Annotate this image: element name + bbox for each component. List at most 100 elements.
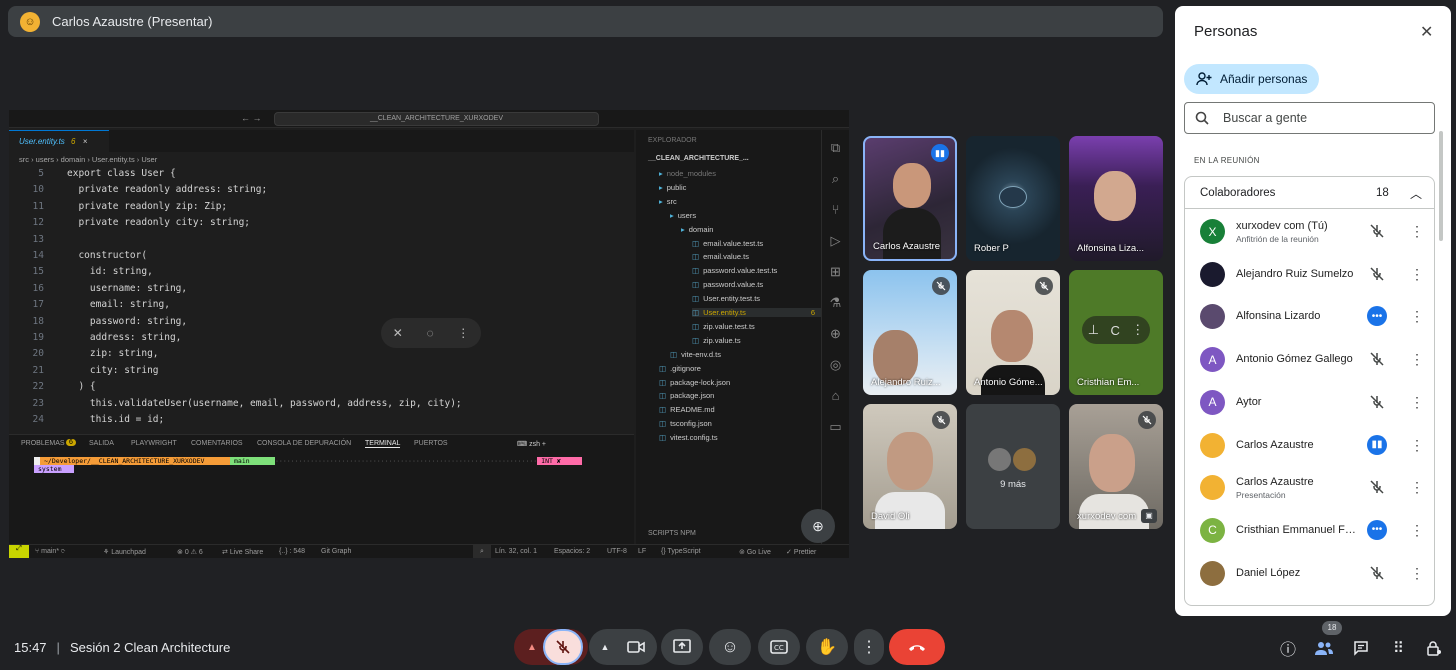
explorer-item[interactable]: ◫ password.value.ts [692,280,763,289]
cursor-position[interactable]: Lín. 32, col. 1 [495,548,537,555]
golive-status[interactable]: ⊚ Go Live [739,548,771,556]
panel-tab[interactable]: PROBLEMAS [21,440,65,447]
explorer-item[interactable]: ▸ public [659,183,686,192]
more-vert-icon[interactable]: ⋮ [1410,393,1424,411]
launchpad-status[interactable]: ⚘ Launchpad [103,548,146,556]
terminal-prompt[interactable]: ~/Developer/__CLEAN_ARCHITECTURE_XURXODE… [34,457,609,473]
chevron-up-icon[interactable]: ▲ [527,642,537,653]
tile-more-participants[interactable]: 9 más [966,404,1060,529]
participant-row[interactable]: A Aytor ⋮ [1185,381,1434,423]
explorer-item[interactable]: ◫ .gitignore [659,364,701,373]
reactions-button[interactable]: ☺ [709,629,751,665]
tile-carlos[interactable]: ▮▮ Carlos Azaustre [863,136,957,261]
captions-button[interactable]: CC [758,629,800,665]
tile-hover-controls[interactable]: ⊥ C ⋮ [1082,316,1150,344]
close-tab-icon[interactable]: × [83,137,88,146]
people-button[interactable]: 18 [1310,621,1342,662]
explorer-item[interactable]: ◫ zip.value.test.ts [692,322,755,331]
participant-row[interactable]: Daniel López ⋮ [1185,552,1434,594]
mic-toggle-button[interactable] [543,629,583,665]
collaborators-header[interactable]: Colaboradores 18 ︿ [1185,177,1434,209]
pin-icon[interactable]: ⊥ [1088,322,1099,338]
more-icon[interactable]: ⋮ [1131,322,1144,338]
chevron-up-icon[interactable]: ︿ [1410,185,1422,202]
explorer-item[interactable]: ◫ User.entity.test.ts [692,294,760,303]
tile-rober[interactable]: Rober P [966,136,1060,261]
command-center[interactable]: __CLEAN_ARCHITECTURE_XURXODEV [274,112,599,126]
more-vert-icon[interactable]: ⋮ [1410,521,1424,539]
mic-off-icon[interactable] [1368,265,1386,283]
mic-off-icon[interactable] [1368,393,1386,411]
meeting-details-button[interactable]: ⓘ [1274,634,1302,662]
panel-tab[interactable]: CONSOLA DE DEPURACIÓN [257,440,351,447]
language-status[interactable]: {} TypeScript [661,548,701,555]
code-editor[interactable]: 5 export class User {10 private readonly … [9,168,634,433]
explorer-item[interactable]: ▸ src [659,197,677,206]
explorer-item[interactable]: ◫ package-lock.json [659,378,730,387]
tile-alfonsina[interactable]: Alfonsina Liza... [1069,136,1163,261]
leave-call-button[interactable] [889,629,945,665]
picture-in-picture-icon[interactable]: ▣ [1141,509,1157,523]
participant-row[interactable]: A Antonio Gómez Gallego ⋮ [1185,338,1434,380]
explorer-item[interactable]: ◫ tsconfig.json [659,419,712,428]
explorer-item[interactable]: ◫ User.entity.ts 6 [692,308,821,317]
participant-row[interactable]: Alfonsina Lizardo ••• ⋮ [1185,295,1434,337]
participant-row[interactable]: Alejandro Ruiz Sumelzo ⋮ [1185,253,1434,295]
more-vert-icon[interactable]: ⋮ [1410,307,1424,325]
tile-david[interactable]: David Oli [863,404,957,529]
explorer-item[interactable]: ◫ email.value.ts [692,252,749,261]
present-button[interactable] [661,629,703,665]
more-vert-icon[interactable]: ⋮ [1410,436,1424,454]
participant-row[interactable]: Carlos Azaustre Presentación ⋮ [1185,466,1434,508]
more-icon[interactable]: ⋮ [457,326,469,340]
explorer-item[interactable]: ◫ password.value.test.ts [692,266,777,275]
tile-alejandro[interactable]: Alejandro Ruiz... [863,270,957,395]
chat-button[interactable] [1347,634,1375,662]
close-icon[interactable]: ✕ [1420,22,1433,42]
add-people-button[interactable]: Añadir personas [1184,64,1319,94]
scrollbar[interactable] [1439,131,1443,241]
tile-cristhian[interactable]: ⊥ C ⋮ Cristhian Em... [1069,270,1163,395]
participant-row[interactable]: Xxurxodev com (Tú) Anfitrión de la reunió… [1185,210,1434,252]
pin-off-icon[interactable]: ✕ [393,326,403,340]
chevron-up-icon[interactable]: ▲ [601,642,610,652]
panel-tab[interactable]: PUERTOS [414,440,448,447]
mic-off-icon[interactable] [1368,564,1386,582]
raise-hand-button[interactable]: ✋ [806,629,848,665]
prettier-status[interactable]: ✓ Prettier [786,548,816,556]
explorer-item[interactable]: ◫ vite-env.d.ts [670,350,721,359]
explorer-item[interactable]: ▸ node_modules [659,169,716,178]
explorer-item[interactable]: ▸ domain [681,225,713,234]
activity-icons[interactable]: ⧉ ⌕ ⑂ ▷ ⊞ ⚗ ⊕ ◎ ⌂ ▭ [822,132,849,442]
mute-icon[interactable]: ◌ [426,326,433,340]
more-vert-icon[interactable]: ⋮ [1410,478,1424,496]
eol-status[interactable]: LF [638,548,646,555]
host-controls-button[interactable] [1420,634,1448,662]
more-vert-icon[interactable]: ⋮ [1410,265,1424,283]
branch-status[interactable]: ⑂ main* ⟳ [35,548,65,555]
gitgraph-status[interactable]: Git Graph [321,548,351,555]
camera-options-button[interactable]: ▲ [589,629,657,665]
explorer-item[interactable]: ◫ vitest.config.ts [659,433,718,442]
explorer-item[interactable]: ◫ zip.value.ts [692,336,741,345]
indent-status[interactable]: Espacios: 2 [554,548,590,555]
panel-tab[interactable]: SALIDA [89,440,114,447]
mic-off-icon[interactable] [1368,222,1386,240]
participant-row[interactable]: C Cristhian Emmanuel Fer... ••• ⋮ [1185,509,1434,551]
zoom-icon[interactable]: ⌕ [473,545,491,558]
more-vert-icon[interactable]: ⋮ [1410,564,1424,582]
explorer-item[interactable]: ▸ users [670,211,696,220]
tile-xurxodev[interactable]: ▣ xurxodev com [1069,404,1163,529]
mic-off-icon[interactable] [1368,350,1386,368]
explorer-item[interactable]: ◫ email.value.test.ts [692,239,763,248]
panel-tab[interactable]: PLAYWRIGHT [131,440,177,447]
panel-tab[interactable]: COMENTARIOS [191,440,243,447]
liveshare-status[interactable]: ⇄ Live Share [222,548,263,556]
explorer-item[interactable]: ◫ README.md [659,405,715,414]
activities-button[interactable]: ⠿ [1384,634,1412,662]
encoding-status[interactable]: UTF-8 [607,548,627,555]
more-vert-icon[interactable]: ⋮ [1410,350,1424,368]
participant-row[interactable]: Carlos Azaustre ▮▮ ⋮ [1185,424,1434,466]
search-input[interactable]: Buscar a gente [1184,102,1435,134]
explorer-item[interactable]: ◫ package.json [659,391,714,400]
